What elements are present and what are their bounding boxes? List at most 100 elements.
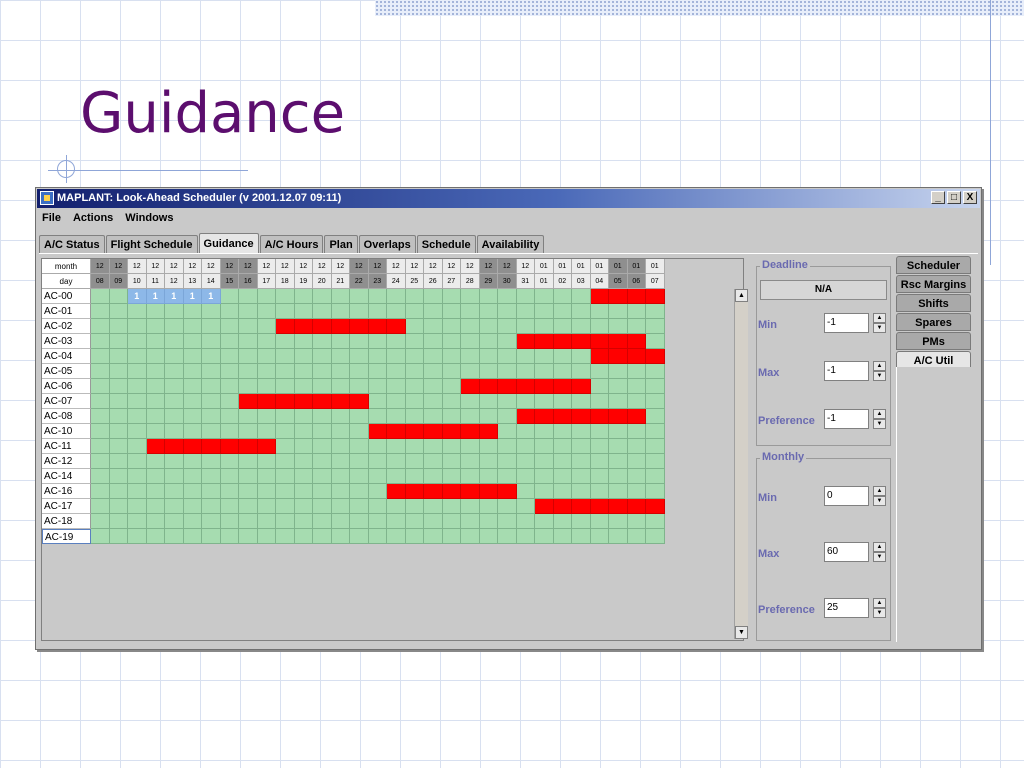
schedule-cell[interactable]	[313, 529, 332, 544]
schedule-cell[interactable]	[313, 409, 332, 424]
schedule-cell[interactable]	[220, 334, 239, 349]
schedule-cell[interactable]	[442, 289, 461, 304]
schedule-cell[interactable]	[590, 484, 609, 499]
schedule-cell[interactable]	[183, 349, 202, 364]
schedule-cell[interactable]	[183, 334, 202, 349]
schedule-cell[interactable]	[553, 529, 572, 544]
schedule-cell[interactable]	[220, 439, 239, 454]
schedule-cell[interactable]	[535, 454, 554, 469]
schedule-cell[interactable]	[239, 454, 258, 469]
maximize-button[interactable]: □	[947, 191, 961, 204]
schedule-cell[interactable]	[516, 394, 535, 409]
schedule-cell[interactable]	[553, 334, 572, 349]
schedule-cell[interactable]	[146, 484, 165, 499]
schedule-cell[interactable]	[572, 484, 591, 499]
schedule-cell[interactable]	[276, 349, 295, 364]
schedule-cell[interactable]	[257, 454, 276, 469]
schedule-cell[interactable]	[590, 514, 609, 529]
schedule-cell[interactable]	[183, 304, 202, 319]
schedule-cell[interactable]	[276, 394, 295, 409]
tab-a-c-hours[interactable]: A/C Hours	[259, 235, 324, 253]
schedule-cell[interactable]	[461, 499, 480, 514]
schedule-cell[interactable]	[109, 409, 128, 424]
schedule-cell[interactable]	[535, 289, 554, 304]
schedule-cell[interactable]	[331, 439, 350, 454]
row-label[interactable]: AC-17	[42, 499, 91, 514]
schedule-cell[interactable]	[572, 334, 591, 349]
schedule-cell[interactable]	[516, 289, 535, 304]
schedule-cell[interactable]	[461, 424, 480, 439]
schedule-cell[interactable]	[294, 469, 313, 484]
schedule-cell[interactable]	[294, 319, 313, 334]
spin-down-icon[interactable]: ▼	[873, 608, 886, 618]
schedule-cell[interactable]	[202, 454, 221, 469]
schedule-cell[interactable]	[350, 349, 369, 364]
schedule-cell[interactable]	[553, 319, 572, 334]
schedule-cell[interactable]	[91, 349, 110, 364]
schedule-cell[interactable]	[109, 469, 128, 484]
schedule-cell[interactable]	[146, 529, 165, 544]
schedule-cell[interactable]	[572, 394, 591, 409]
row-label[interactable]: AC-14	[42, 469, 91, 484]
side-tab-scheduler[interactable]: Scheduler	[896, 256, 971, 274]
schedule-cell[interactable]	[350, 379, 369, 394]
schedule-cell[interactable]	[627, 364, 646, 379]
schedule-cell[interactable]	[627, 484, 646, 499]
schedule-cell[interactable]	[646, 394, 665, 409]
schedule-cell[interactable]	[498, 319, 517, 334]
schedule-cell[interactable]	[276, 319, 295, 334]
schedule-cell[interactable]	[553, 289, 572, 304]
schedule-cell[interactable]	[128, 364, 147, 379]
schedule-cell[interactable]	[220, 424, 239, 439]
schedule-cell[interactable]	[405, 304, 424, 319]
schedule-cell[interactable]	[313, 514, 332, 529]
schedule-cell[interactable]	[220, 409, 239, 424]
schedule-cell[interactable]	[331, 514, 350, 529]
row-label[interactable]: AC-06	[42, 379, 91, 394]
schedule-cell[interactable]	[461, 349, 480, 364]
schedule-cell[interactable]	[313, 394, 332, 409]
schedule-cell[interactable]	[368, 289, 387, 304]
schedule-cell[interactable]	[313, 379, 332, 394]
schedule-cell[interactable]	[387, 439, 406, 454]
schedule-cell[interactable]	[91, 439, 110, 454]
schedule-cell[interactable]	[91, 499, 110, 514]
schedule-cell[interactable]	[128, 499, 147, 514]
schedule-cell[interactable]	[331, 304, 350, 319]
schedule-cell[interactable]	[405, 499, 424, 514]
schedule-cell[interactable]	[109, 364, 128, 379]
schedule-cell[interactable]	[479, 379, 498, 394]
schedule-cell[interactable]: 1	[165, 289, 184, 304]
schedule-cell[interactable]	[294, 439, 313, 454]
schedule-cell[interactable]	[461, 439, 480, 454]
schedule-cell[interactable]	[91, 484, 110, 499]
schedule-cell[interactable]	[646, 319, 665, 334]
schedule-cell[interactable]	[331, 454, 350, 469]
schedule-cell[interactable]	[109, 454, 128, 469]
schedule-cell[interactable]	[498, 484, 517, 499]
schedule-cell[interactable]	[146, 379, 165, 394]
schedule-cell[interactable]	[331, 349, 350, 364]
schedule-cell[interactable]	[146, 424, 165, 439]
schedule-cell[interactable]	[276, 499, 295, 514]
schedule-cell[interactable]	[627, 439, 646, 454]
spin-up-icon[interactable]: ▲	[873, 361, 886, 371]
schedule-cell[interactable]	[183, 469, 202, 484]
schedule-cell[interactable]	[146, 304, 165, 319]
row-label[interactable]: AC-12	[42, 454, 91, 469]
schedule-cell[interactable]	[109, 319, 128, 334]
schedule-cell[interactable]	[239, 409, 258, 424]
schedule-cell[interactable]	[461, 319, 480, 334]
vertical-scrollbar[interactable]: ▲ ▼	[734, 289, 748, 639]
schedule-cell[interactable]	[609, 514, 628, 529]
schedule-cell[interactable]	[109, 439, 128, 454]
schedule-cell[interactable]	[442, 304, 461, 319]
schedule-cell[interactable]	[405, 454, 424, 469]
schedule-cell[interactable]	[146, 409, 165, 424]
schedule-cell[interactable]	[220, 349, 239, 364]
schedule-cell[interactable]	[461, 379, 480, 394]
schedule-cell[interactable]	[590, 349, 609, 364]
schedule-cell[interactable]	[424, 499, 443, 514]
schedule-cell[interactable]	[572, 379, 591, 394]
schedule-cell[interactable]	[91, 364, 110, 379]
